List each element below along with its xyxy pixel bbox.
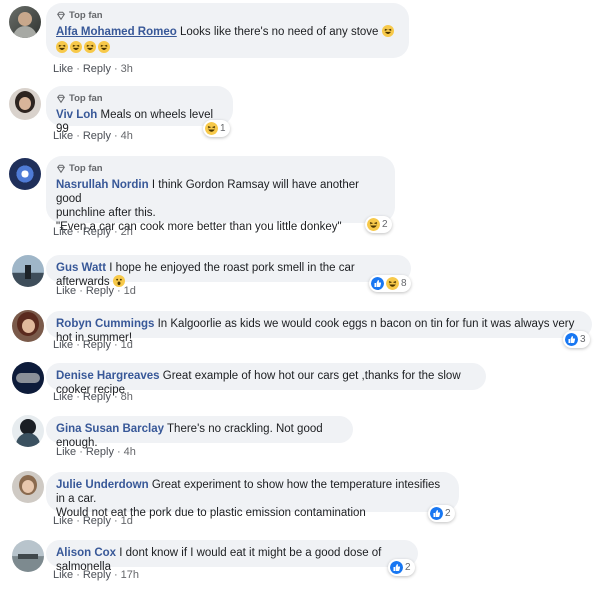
top-fan-badge: Top fan	[56, 162, 385, 176]
reaction-summary[interactable]: 2	[365, 216, 392, 233]
comment-bubble: Gina Susan Barclay There's no crackling.…	[46, 416, 353, 449]
like-link[interactable]: Like	[53, 391, 73, 403]
comment-bubble: Top fan Alfa Mohamed Romeo Looks like th…	[46, 3, 409, 58]
reaction-summary[interactable]: 1	[203, 120, 230, 137]
reply-link[interactable]: Reply	[83, 569, 111, 581]
grinning-face-icon	[84, 41, 96, 53]
reply-link[interactable]: Reply	[83, 391, 111, 403]
comment-time[interactable]: 4h	[124, 446, 136, 458]
gem-icon	[57, 164, 65, 173]
gem-icon	[57, 11, 65, 20]
comment-author[interactable]: Alison Cox	[56, 547, 116, 559]
grinning-face-icon	[98, 41, 110, 53]
like-link[interactable]: Like	[53, 63, 73, 75]
emoji-row	[56, 41, 399, 53]
reaction-summary[interactable]: 3	[563, 331, 590, 348]
like-reaction-icon	[565, 333, 578, 346]
like-link[interactable]: Like	[56, 446, 76, 458]
like-link[interactable]: Like	[53, 130, 73, 142]
comment-bubble: Julie Underdown Great experiment to show…	[46, 472, 459, 519]
top-fan-badge: Top fan	[56, 9, 399, 23]
reply-link[interactable]: Reply	[83, 63, 111, 75]
comment-actions: Like · Reply · 1d	[56, 285, 136, 297]
haha-reaction-icon	[367, 218, 380, 231]
reaction-summary[interactable]: 2	[428, 505, 455, 522]
reply-link[interactable]: Reply	[83, 226, 111, 238]
reaction-count: 1	[220, 123, 226, 134]
reply-link[interactable]: Reply	[83, 515, 111, 527]
like-link[interactable]: Like	[56, 285, 76, 297]
comment-time[interactable]: 4h	[121, 130, 133, 142]
comment-author[interactable]: Robyn Cummings	[56, 318, 154, 330]
comment-time[interactable]: 17h	[121, 569, 139, 581]
comment-actions: Like · Reply · 1d	[53, 339, 133, 351]
reaction-count: 2	[382, 219, 388, 230]
comment-actions: Like · Reply · 1d	[53, 515, 133, 527]
avatar[interactable]	[9, 6, 41, 38]
like-reaction-icon	[371, 277, 384, 290]
like-link[interactable]: Like	[53, 515, 73, 527]
comment-bubble: Robyn Cummings In Kalgoorlie as kids we …	[46, 311, 592, 344]
comment-time[interactable]: 2h	[121, 226, 133, 238]
comment-author[interactable]: Alfa Mohamed Romeo	[56, 26, 177, 38]
comment-actions: Like · Reply · 8h	[53, 391, 133, 403]
comment-bubble: Top fan Nasrullah Nordin I think Gordon …	[46, 156, 395, 233]
comment-text: Looks like there's no need of any stove	[179, 26, 379, 38]
comment-author[interactable]: Nasrullah Nordin	[56, 179, 149, 191]
reaction-count: 2	[405, 562, 411, 573]
comment-author[interactable]: Julie Underdown	[56, 479, 149, 491]
haha-reaction-icon	[386, 277, 399, 290]
avatar[interactable]	[12, 255, 44, 287]
comment-author[interactable]: Denise Hargreaves	[56, 370, 160, 382]
comment-actions: Like · Reply · 3h	[53, 63, 133, 75]
reaction-count: 8	[401, 278, 407, 289]
comment-time[interactable]: 8h	[121, 391, 133, 403]
comment-time[interactable]: 1d	[124, 285, 136, 297]
reaction-summary[interactable]: 8	[369, 275, 411, 292]
avatar[interactable]	[12, 310, 44, 342]
comment-author[interactable]: Viv Loh	[56, 109, 97, 121]
grinning-face-icon	[70, 41, 82, 53]
reply-link[interactable]: Reply	[86, 285, 114, 297]
comment-actions: Like · Reply · 17h	[53, 569, 140, 581]
grinning-face-icon	[381, 25, 394, 37]
comment-actions: Like · Reply · 2h	[53, 226, 133, 238]
reply-link[interactable]: Reply	[86, 446, 114, 458]
like-reaction-icon	[390, 561, 403, 574]
comment-actions: Like · Reply · 4h	[56, 446, 136, 458]
reply-link[interactable]: Reply	[83, 130, 111, 142]
like-link[interactable]: Like	[53, 339, 73, 351]
gem-icon	[57, 94, 65, 103]
comment-time[interactable]: 1d	[121, 339, 133, 351]
avatar[interactable]	[12, 415, 44, 447]
comment-bubble: Gus Watt I hope he enjoyed the roast por…	[46, 255, 411, 288]
reaction-count: 2	[445, 508, 451, 519]
reaction-count: 3	[580, 334, 586, 345]
comment-time[interactable]: 3h	[121, 63, 133, 75]
comment-author[interactable]: Gina Susan Barclay	[56, 423, 164, 435]
like-reaction-icon	[430, 507, 443, 520]
comment-bubble: Top fan Viv Loh Meals on wheels level 99	[46, 86, 233, 135]
reply-link[interactable]: Reply	[83, 339, 111, 351]
top-fan-badge: Top fan	[56, 92, 223, 106]
avatar[interactable]	[9, 158, 41, 190]
avatar[interactable]	[12, 471, 44, 503]
reaction-summary[interactable]: 2	[388, 559, 415, 576]
like-link[interactable]: Like	[53, 569, 73, 581]
comment-text-line-2: punchline after this.	[56, 207, 156, 219]
comment-bubble: Denise Hargreaves Great example of how h…	[46, 363, 486, 396]
avatar[interactable]	[12, 540, 44, 572]
like-link[interactable]: Like	[53, 226, 73, 238]
haha-reaction-icon	[205, 122, 218, 135]
avatar[interactable]	[12, 362, 44, 394]
grinning-face-icon	[56, 41, 68, 53]
avatar[interactable]	[9, 88, 41, 120]
comment-time[interactable]: 1d	[121, 515, 133, 527]
comment-bubble: Alison Cox I dont know if I would eat it…	[46, 540, 418, 573]
comment-actions: Like · Reply · 4h	[53, 130, 133, 142]
comment-author[interactable]: Gus Watt	[56, 262, 106, 274]
